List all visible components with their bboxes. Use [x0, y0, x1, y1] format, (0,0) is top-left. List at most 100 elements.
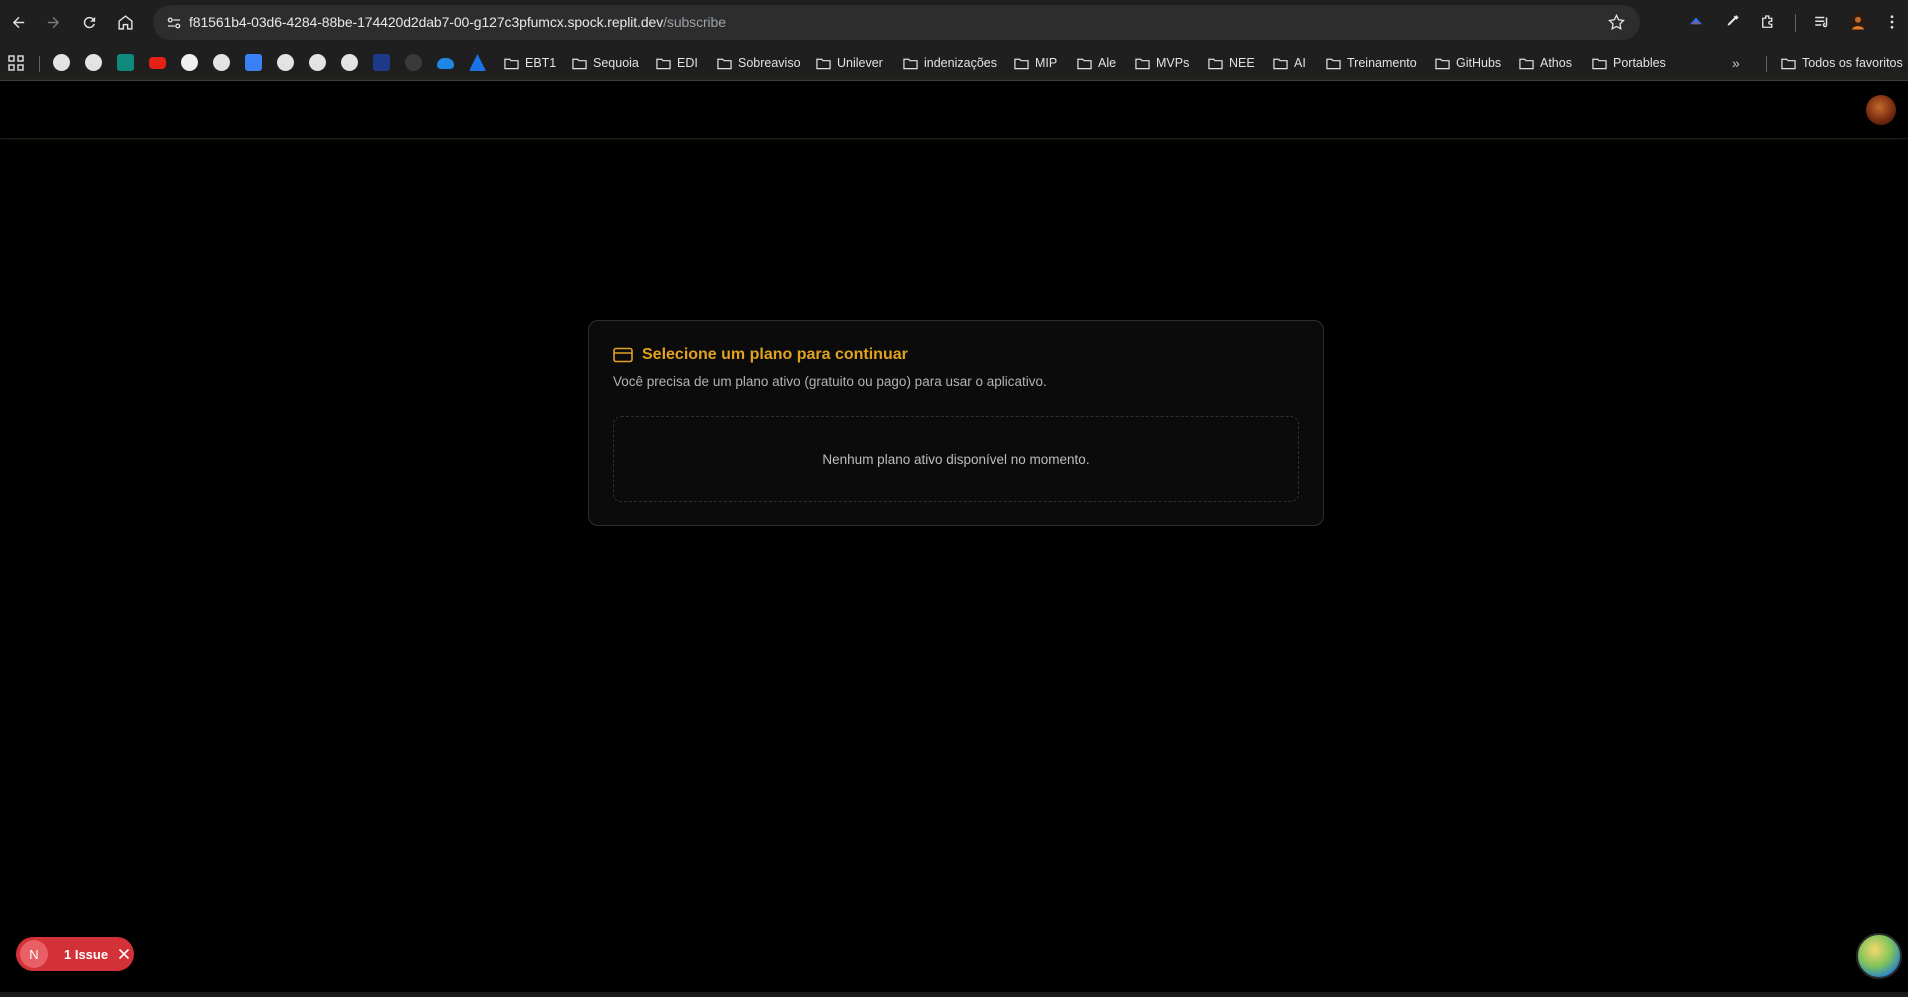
- bookmark-folder[interactable]: AI: [1273, 53, 1306, 73]
- folder-icon: [504, 58, 519, 69]
- floating-widget-icon[interactable]: [1856, 933, 1902, 979]
- bookmark-folder-label: Unilever: [837, 56, 883, 70]
- bookmark-star-icon[interactable]: [1607, 13, 1626, 32]
- app-header: [0, 82, 1908, 139]
- bookmark-folder[interactable]: Sequoia: [572, 53, 639, 73]
- bookmark-app-icon[interactable]: [245, 54, 262, 71]
- bookmark-folder-label: EBT1: [525, 56, 557, 70]
- bookmark-globe-icon[interactable]: [53, 54, 70, 71]
- bookmark-folder-label: MVPs: [1156, 56, 1190, 70]
- all-bookmarks-label: Todos os favoritos: [1802, 56, 1903, 70]
- eyedropper-icon[interactable]: [1722, 12, 1742, 32]
- empty-state-message: Nenhum plano ativo disponível no momento…: [822, 451, 1090, 467]
- media-queue-icon[interactable]: [1812, 12, 1832, 32]
- user-avatar[interactable]: [1866, 95, 1896, 125]
- nextjs-logo-icon: N: [20, 940, 48, 968]
- bookmark-sharepoint-icon[interactable]: [117, 54, 134, 71]
- folder-icon: [1781, 58, 1796, 69]
- reload-icon: [83, 16, 95, 29]
- bookmark-folder[interactable]: Athos: [1519, 53, 1572, 73]
- folder-icon: [816, 58, 831, 69]
- bookmark-github-icon[interactable]: [181, 54, 198, 71]
- arrow-right-icon: [47, 16, 59, 29]
- bookmark-folder[interactable]: indenizações: [903, 53, 997, 73]
- address-bar[interactable]: f81561b4-03d6-4284-88be-174420d2dab7-00-…: [153, 5, 1640, 40]
- bookmarks-divider: [1766, 56, 1767, 72]
- browser-toolbar: f81561b4-03d6-4284-88be-174420d2dab7-00-…: [0, 0, 1908, 45]
- more-bookmarks-button[interactable]: »: [1732, 55, 1740, 71]
- folder-icon: [572, 58, 587, 69]
- url-host: f81561b4-03d6-4284-88be-174420d2dab7-00-…: [189, 14, 664, 30]
- bookmark-folder-label: Athos: [1540, 56, 1572, 70]
- bookmark-folder-label: Portables: [1613, 56, 1666, 70]
- plans-empty-state: Nenhum plano ativo disponível no momento…: [613, 416, 1299, 502]
- extension-cloud-icon[interactable]: [1686, 12, 1706, 32]
- card-title: Selecione um plano para continuar: [642, 346, 908, 363]
- bookmark-youtube-icon[interactable]: [149, 57, 166, 69]
- bookmark-faded-icon[interactable]: [405, 54, 422, 71]
- bookmark-folder[interactable]: Ale: [1077, 53, 1116, 73]
- folder-icon: [1273, 58, 1288, 69]
- bookmark-folder[interactable]: Portables: [1592, 53, 1666, 73]
- bookmark-globe-icon[interactable]: [277, 54, 294, 71]
- bookmark-folder-label: EDI: [677, 56, 698, 70]
- folder-icon: [903, 58, 918, 69]
- bookmark-folder-label: Ale: [1098, 56, 1117, 70]
- bookmark-folder-label: indenizações: [924, 56, 997, 70]
- url-text: f81561b4-03d6-4284-88be-174420d2dab7-00-…: [189, 14, 726, 30]
- bookmarks-bar: EBT1 Sequoia EDI Sobreaviso Unilever ind…: [0, 45, 1908, 81]
- profile-avatar-icon[interactable]: [1848, 12, 1868, 32]
- arrow-left-icon: [12, 16, 24, 29]
- folder-icon: [1208, 58, 1223, 69]
- bookmark-folder-label: AI: [1294, 56, 1306, 70]
- bookmark-p-icon[interactable]: [373, 54, 390, 71]
- back-button[interactable]: [3, 9, 33, 36]
- folder-icon: [1014, 58, 1029, 69]
- folder-icon: [717, 58, 732, 69]
- issues-badge[interactable]: N 1 Issue: [16, 937, 134, 971]
- subscribe-card: Selecione um plano para continuar Você p…: [588, 320, 1324, 526]
- bookmark-folder[interactable]: NEE: [1208, 53, 1255, 73]
- site-settings-icon[interactable]: [165, 14, 183, 32]
- reload-button[interactable]: [74, 9, 104, 36]
- bookmark-globe-icon[interactable]: [341, 54, 358, 71]
- bookmark-globe-icon[interactable]: [85, 54, 102, 71]
- bookmarks-divider: [39, 56, 40, 72]
- bookmark-onedrive-icon[interactable]: [437, 58, 454, 69]
- all-bookmarks-folder[interactable]: Todos os favoritos: [1781, 53, 1903, 73]
- close-icon[interactable]: [118, 948, 130, 960]
- forward-button[interactable]: [38, 9, 68, 36]
- main-content: Selecione um plano para continuar Você p…: [0, 140, 1908, 997]
- bookmark-folder-label: Sequoia: [593, 56, 639, 70]
- folder-icon: [1326, 58, 1341, 69]
- extensions-puzzle-icon[interactable]: [1758, 12, 1778, 32]
- bookmark-folder[interactable]: Unilever: [816, 53, 883, 73]
- folder-icon: [1435, 58, 1450, 69]
- bookmark-folder[interactable]: MVPs: [1135, 53, 1189, 73]
- bookmark-globe-icon[interactable]: [213, 54, 230, 71]
- folder-icon: [656, 58, 671, 69]
- bottom-edge: [0, 992, 1908, 997]
- bookmark-folder[interactable]: Sobreaviso: [717, 53, 801, 73]
- home-button[interactable]: [110, 9, 140, 36]
- issues-count-label: 1 Issue: [64, 946, 109, 962]
- bookmark-folder[interactable]: EDI: [656, 53, 698, 73]
- bookmark-folder-label: NEE: [1229, 56, 1255, 70]
- browser-menu-icon[interactable]: [1882, 12, 1902, 32]
- bookmark-folder[interactable]: EBT1: [504, 53, 556, 73]
- credit-card-icon: [613, 347, 633, 363]
- bookmark-folder[interactable]: MIP: [1014, 53, 1057, 73]
- folder-icon: [1519, 58, 1534, 69]
- bookmark-azure-icon[interactable]: [469, 54, 486, 71]
- bookmark-folder[interactable]: GitHubs: [1435, 53, 1501, 73]
- bookmark-globe-icon[interactable]: [309, 54, 326, 71]
- bookmark-folder-label: Sobreaviso: [738, 56, 801, 70]
- home-icon: [117, 15, 133, 30]
- url-path: /subscribe: [663, 14, 726, 30]
- bookmark-folder-label: MIP: [1035, 56, 1058, 70]
- folder-icon: [1592, 58, 1607, 69]
- toolbar-divider: [1795, 14, 1796, 32]
- apps-grid-icon[interactable]: [8, 55, 24, 71]
- bookmark-folder[interactable]: Treinamento: [1326, 53, 1417, 73]
- card-subtitle: Você precisa de um plano ativo (gratuito…: [613, 374, 1047, 389]
